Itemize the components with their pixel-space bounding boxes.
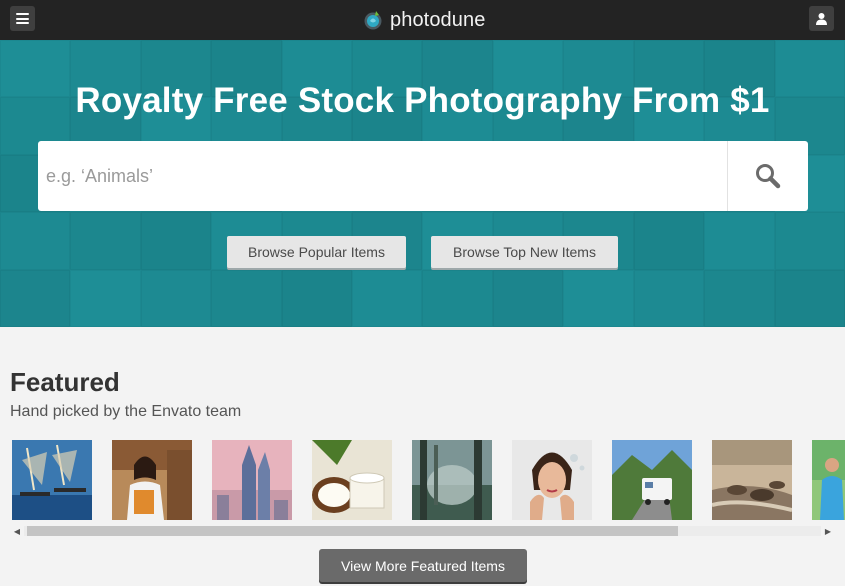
featured-thumb-person-in-blue[interactable] [812,440,845,520]
hero-pattern-tile [0,212,71,270]
hero-banner: Royalty Free Stock Photography From $1 B… [0,40,845,327]
hamburger-menu-icon [16,13,29,24]
scroll-left-arrow-icon[interactable]: ◀ [12,526,22,536]
hero-pattern-tile [774,269,845,327]
featured-carousel [12,440,845,520]
browse-popular-button[interactable]: Browse Popular Items [227,236,406,268]
hero-pattern-tile [0,269,71,327]
hero-pattern-tile [704,269,775,327]
hero-pattern-tile [492,269,564,327]
scrollbar-thumb[interactable] [27,526,678,536]
featured-thumb-rv-on-road[interactable] [612,440,692,520]
featured-thumb-coconut-cream[interactable] [312,440,392,520]
hero-pattern-tile [70,212,141,270]
search-input[interactable] [38,141,727,211]
browse-top-new-button[interactable]: Browse Top New Items [431,236,618,268]
featured-thumb-animal-stampede[interactable] [712,440,792,520]
featured-thumb-fishermen-boats[interactable] [12,440,92,520]
search-box [38,141,808,211]
logo-text: photodune [390,8,486,31]
featured-thumb-woman-portrait[interactable] [512,440,592,520]
carousel-scrollbar[interactable]: ◀ ▶ [10,524,835,538]
hero-pattern-tile [704,212,775,270]
hero-pattern-tile [352,269,423,327]
hero-pattern-tile [633,269,705,327]
featured-thumb-woman-with-folder[interactable] [112,440,192,520]
featured-thumb-foggy-forest[interactable] [412,440,492,520]
hero-pattern-tile [211,269,282,327]
featured-subtitle: Hand picked by the Envato team [10,403,242,420]
hero-pattern-tile [633,212,705,270]
site-logo[interactable]: photodune [362,8,485,32]
account-button[interactable] [809,6,834,31]
scroll-right-arrow-icon[interactable]: ▶ [823,526,833,536]
hero-pattern-tile [140,212,212,270]
menu-button[interactable] [10,6,35,31]
user-icon [816,13,827,25]
photodune-logo-icon [364,11,382,30]
top-navigation-bar: photodune [0,0,845,40]
search-button[interactable] [727,141,808,211]
view-more-featured-button[interactable]: View More Featured Items [319,549,527,582]
hero-pattern-tile [422,269,493,327]
hero-pattern-tile [70,269,141,327]
hero-pattern-tile [774,212,845,270]
hero-pattern-tile [140,269,212,327]
search-icon [756,164,781,189]
featured-heading: Featured [10,367,120,397]
hero-pattern-tile [281,269,353,327]
hero-pattern-tile [563,269,634,327]
hero-title: Royalty Free Stock Photography From $1 [75,81,770,120]
featured-thumb-city-skyline[interactable] [212,440,292,520]
